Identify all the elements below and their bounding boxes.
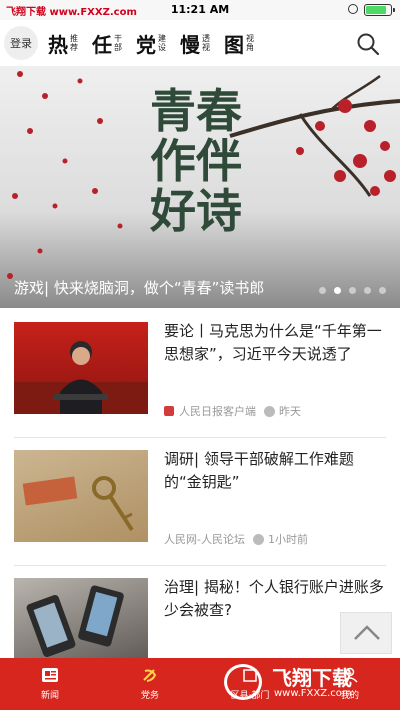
watermark: 飞翔下载 www.FXXZ.com [220, 662, 390, 702]
news-icon [42, 668, 58, 682]
banner-carousel[interactable]: 青春作伴好诗 游戏| 快来烧脑洞，做个“青春”读书郎 [0, 66, 400, 308]
status-time: 11:21 AM [170, 3, 230, 16]
article-headline[interactable]: 要论丨马克思为什么是“千年第一思想家”，习近平今天说透了 [164, 320, 386, 366]
carousel-dot-active[interactable] [334, 287, 341, 294]
battery-icon [364, 4, 395, 16]
carousel-dot[interactable] [364, 287, 371, 294]
clock-icon [264, 405, 275, 417]
article-item[interactable]: 调研| 领导干部破解工作难题的“金钥匙” 人民网-人民论坛 1小时前 [14, 438, 386, 566]
clock-icon [252, 533, 264, 545]
tab-party-small: 建设 [158, 34, 166, 52]
tab-hot-big: 热 [48, 32, 68, 57]
tab-hot[interactable]: 热 推荐 [48, 29, 80, 58]
status-bar: 飞翔下载 www.FXXZ.com 11:21 AM [0, 0, 400, 20]
tab-slow[interactable]: 慢 透视 [180, 29, 212, 58]
tab-cadre-big: 任 [92, 32, 112, 57]
tab-cadre-small: 干部 [114, 34, 122, 52]
tab-picture[interactable]: 图 视角 [224, 29, 256, 58]
article-time: 1小时前 [267, 533, 308, 546]
tab-news-label: 新闻 [40, 691, 59, 701]
carousel-dot[interactable] [349, 287, 356, 294]
tab-party-big: 党 [136, 32, 156, 57]
party-emblem-icon [143, 669, 157, 682]
watermark-title: 飞翔下载 [272, 666, 352, 690]
article-thumbnail [14, 578, 148, 670]
tab-party[interactable]: 党 建设 [136, 29, 168, 58]
tab-slow-big: 慢 [180, 32, 200, 57]
rotation-lock-icon [348, 4, 358, 14]
tab-news[interactable]: 新闻 [0, 658, 100, 710]
tab-party-affairs-label: 党务 [140, 691, 159, 701]
carousel-dot[interactable] [319, 287, 326, 294]
article-meta: 人民网-人民论坛 1小时前 [164, 531, 308, 547]
login-button[interactable]: 登录 [4, 26, 38, 60]
article-source: 人民日报客户端 [179, 405, 256, 418]
carousel-dot[interactable] [379, 287, 386, 294]
search-icon[interactable] [356, 32, 380, 56]
article-thumbnail [14, 450, 148, 542]
article-time: 昨天 [279, 405, 301, 418]
tab-picture-small: 视角 [246, 34, 254, 52]
tab-hot-small: 推荐 [70, 34, 78, 52]
top-navigation: 登录 热 推荐 任 干部 党 建设 慢 透视 图 视角 [0, 20, 400, 66]
article-meta: 人民日报客户端 昨天 [164, 403, 301, 419]
bottom-tab-bar: 新闻 党务 区县·部门 我的 飞翔下载 www.FXXZ.com [0, 658, 400, 710]
scroll-to-top-button[interactable] [340, 612, 392, 654]
tab-slow-small: 透视 [202, 34, 210, 52]
article-thumbnail [14, 322, 148, 414]
article-item[interactable]: 要论丨马克思为什么是“千年第一思想家”，习近平今天说透了 人民日报客户端 昨天 [14, 310, 386, 438]
banner-caption[interactable]: 游戏| 快来烧脑洞，做个“青春”读书郎 [14, 277, 264, 298]
banner-artwork-text: 青春作伴好诗 [150, 84, 242, 238]
tab-cadre[interactable]: 任 干部 [92, 29, 124, 58]
watermark-url: www.FXXZ.com [274, 688, 352, 699]
article-source: 人民网-人民论坛 [164, 533, 245, 546]
chevron-up-icon [354, 625, 380, 640]
carousel-dots [319, 287, 386, 294]
tab-party-affairs[interactable]: 党务 [100, 658, 200, 710]
source-icon [164, 406, 174, 416]
watermark-logo-icon [224, 664, 262, 700]
tab-picture-big: 图 [224, 32, 244, 57]
article-headline[interactable]: 调研| 领导干部破解工作难题的“金钥匙” [164, 448, 386, 494]
category-tabs: 热 推荐 任 干部 党 建设 慢 透视 图 视角 [48, 20, 268, 66]
